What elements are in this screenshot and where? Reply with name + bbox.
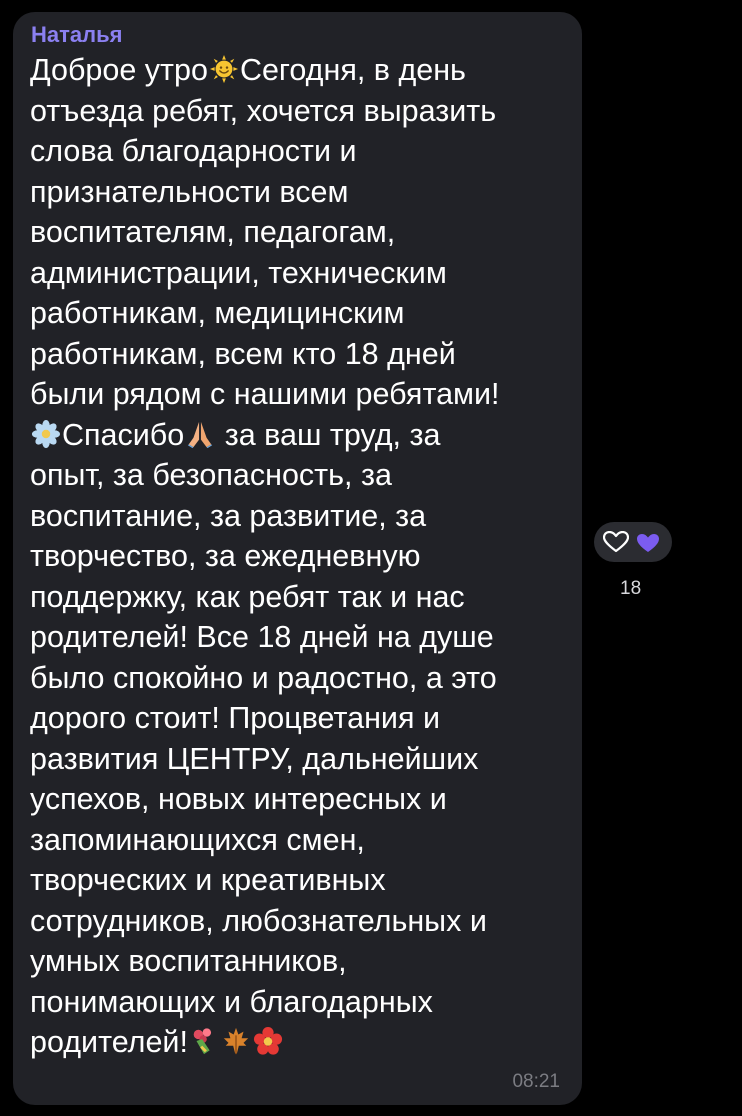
message-line-text: поддержку, как ребят так и нас	[30, 579, 465, 614]
message-line: успехов, новых интересных и	[30, 779, 566, 820]
message-line: развития ЦЕНТРУ, дальнейших	[30, 739, 566, 780]
message-line-text: успехов, новых интересных и	[30, 782, 447, 816]
message-line-text: творческих и креативных	[30, 863, 386, 897]
message-line: слова благодарности и	[30, 131, 566, 172]
message-line: поддержку, как ребят так и нас	[30, 577, 566, 618]
message-time: 08:21	[512, 1071, 560, 1092]
heart-outline-icon[interactable]	[603, 531, 629, 553]
message-line: администрации, техническим	[30, 253, 566, 294]
message-bubble[interactable]: Наталья Доброе утро Сегодня, в день отъезд…	[13, 12, 582, 1105]
message-line: творчество, за ежедневную	[30, 536, 566, 577]
maple-leaf-icon	[221, 1026, 251, 1056]
message-line-text: понимающих и благодарных	[30, 984, 433, 1019]
message-line-text: сотрудников, любознательных и	[30, 903, 487, 938]
message-line: творческих и креативных	[30, 860, 566, 901]
praying-hands-icon	[185, 419, 215, 449]
message-line: сотрудников, любознательных и	[30, 901, 566, 942]
message-line: опыт, за безопасность, за	[30, 455, 566, 496]
message-line: запоминающихся смен,	[30, 820, 566, 861]
sun-smile-icon	[209, 54, 239, 84]
message-line: отъезда ребят, хочется выразить	[30, 91, 566, 132]
message-line-text: слова благодарности и	[30, 134, 357, 168]
message-line: воспитание, за развитие, за	[30, 496, 566, 537]
reaction-pill[interactable]	[594, 522, 672, 562]
bouquet-icon	[189, 1026, 219, 1056]
message-line-text: дорого стоит! Процветания и	[30, 701, 440, 735]
message-line: работникам, всем кто 18 дней	[30, 334, 566, 375]
message-line-text: администрации, техническим	[30, 255, 447, 290]
chat-screen: Наталья Доброе утро Сегодня, в день отъезд…	[0, 0, 742, 1116]
message-line: понимающих и благодарных	[30, 982, 566, 1023]
message-line: было спокойно и радостно, а это	[30, 658, 566, 699]
message-line: умных воспитанников,	[30, 941, 566, 982]
blossom-icon	[31, 419, 61, 449]
message-line: дорого стоит! Процветания и	[30, 698, 566, 739]
purple-heart-icon	[637, 534, 659, 552]
message-line-text: было спокойно и радостно, а это	[30, 660, 497, 695]
message-line-text: родителей! Все 18 дней на душе	[30, 620, 494, 654]
message-line: воспитателям, педагогам,	[30, 212, 566, 253]
message-line-text: работникам, медицинским	[30, 296, 405, 330]
message-line-text: опыт, за безопасность, за	[30, 458, 392, 492]
flower-icon	[253, 1026, 283, 1056]
message-line: родителей! Все 18 дней на душе	[30, 617, 566, 658]
message-line: Спасибо за ваш труд, за	[30, 415, 566, 456]
message-line-text: Спасибо	[62, 417, 185, 452]
message-line: Доброе утро Сегодня, в день	[30, 50, 566, 91]
message-line-text: воспитание, за развитие, за	[30, 498, 427, 533]
message-line-text: были рядом с нашими ребятами!	[30, 377, 500, 411]
sender-name[interactable]: Наталья	[31, 22, 566, 48]
message-line: родителей!	[30, 1022, 566, 1063]
message-line-text: за ваш труд, за	[216, 417, 441, 452]
message-line: были рядом с нашими ребятами!	[30, 374, 566, 415]
message-line-text: Доброе утро	[30, 53, 208, 87]
message-line-text: отъезда ребят, хочется выразить	[30, 93, 497, 128]
message-line-text: развития ЦЕНТРУ, дальнейших	[30, 741, 479, 776]
message-line-text: работникам, всем кто 18 дней	[30, 336, 456, 371]
reaction-count: 18	[620, 578, 642, 599]
message-line: признательности всем	[30, 172, 566, 213]
message-line-text: творчество, за ежедневную	[30, 539, 421, 573]
message-line: работникам, медицинским	[30, 293, 566, 334]
message-text: Доброе утро Сегодня, в день отъезда ребят,…	[30, 50, 566, 1063]
message-line-text: запоминающихся смен,	[30, 822, 365, 857]
message-line-text: Сегодня, в день	[239, 53, 466, 87]
message-line-text: родителей!	[30, 1025, 188, 1059]
message-line-text: умных воспитанников,	[30, 944, 347, 978]
message-line-text: признательности всем	[30, 174, 349, 209]
message-line-text: воспитателям, педагогам,	[30, 215, 396, 249]
